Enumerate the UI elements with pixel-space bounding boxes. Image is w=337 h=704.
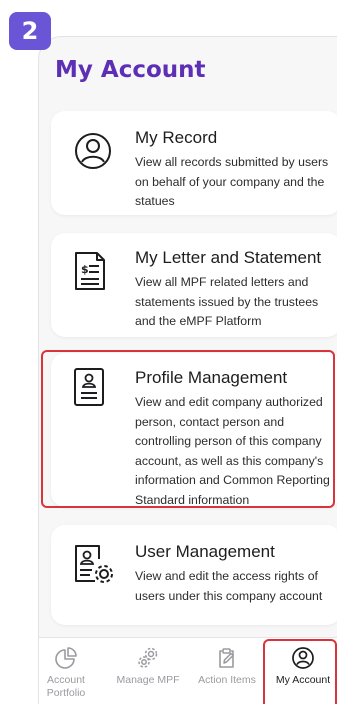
tab-label: Action Items — [198, 674, 256, 686]
gears-icon — [138, 647, 158, 668]
page-title: My Account — [55, 57, 206, 83]
card-description: View all MPF related letters and stateme… — [135, 275, 319, 328]
card-description: View all records submitted by users on b… — [135, 155, 329, 208]
screen: 2 My Account My Record View all records … — [0, 0, 337, 704]
phone-frame: My Account My Record View all records su… — [38, 36, 337, 704]
tab-manage-mpf[interactable]: Manage MPF — [113, 646, 183, 687]
tab-account-portfolio[interactable]: Account Portfolio — [39, 646, 101, 700]
card-title: User Management — [135, 542, 275, 561]
card-title: My Record — [135, 128, 218, 147]
my-record-card[interactable]: My Record View all records submitted by … — [51, 111, 337, 215]
user-settings-icon — [75, 545, 113, 583]
tab-label: My Account — [275, 674, 331, 686]
edit-clipboard-icon — [219, 648, 234, 668]
card-title: Profile Management — [135, 368, 288, 387]
user-circle-icon — [75, 133, 111, 169]
profile-management-card[interactable]: Profile Management View and edit company… — [51, 353, 337, 507]
tab-label: Manage MPF — [116, 674, 180, 686]
svg-text:$: $ — [81, 263, 89, 276]
card-description: View and edit the access rights of users… — [135, 569, 323, 603]
user-management-card[interactable]: User Management View and edit the access… — [51, 525, 337, 625]
pie-chart-icon — [55, 647, 77, 669]
tab-label: Account Portfolio — [46, 674, 86, 699]
tab-action-items[interactable]: Action Items — [192, 646, 262, 687]
user-circle-icon — [292, 647, 314, 669]
statement-document-icon: $ — [75, 252, 105, 290]
tab-my-account[interactable]: My Account — [268, 646, 337, 687]
card-title: My Letter and Statement — [135, 248, 322, 267]
my-letter-statement-card[interactable]: $ My Letter and Statement View all MPF r… — [51, 233, 337, 337]
bottom-tab-bar: Account Portfolio Manage MPF Action Item… — [39, 637, 337, 704]
step-badge: 2 — [9, 12, 51, 50]
card-description: View and edit company authorized person,… — [135, 395, 330, 507]
profile-document-icon — [74, 368, 104, 406]
